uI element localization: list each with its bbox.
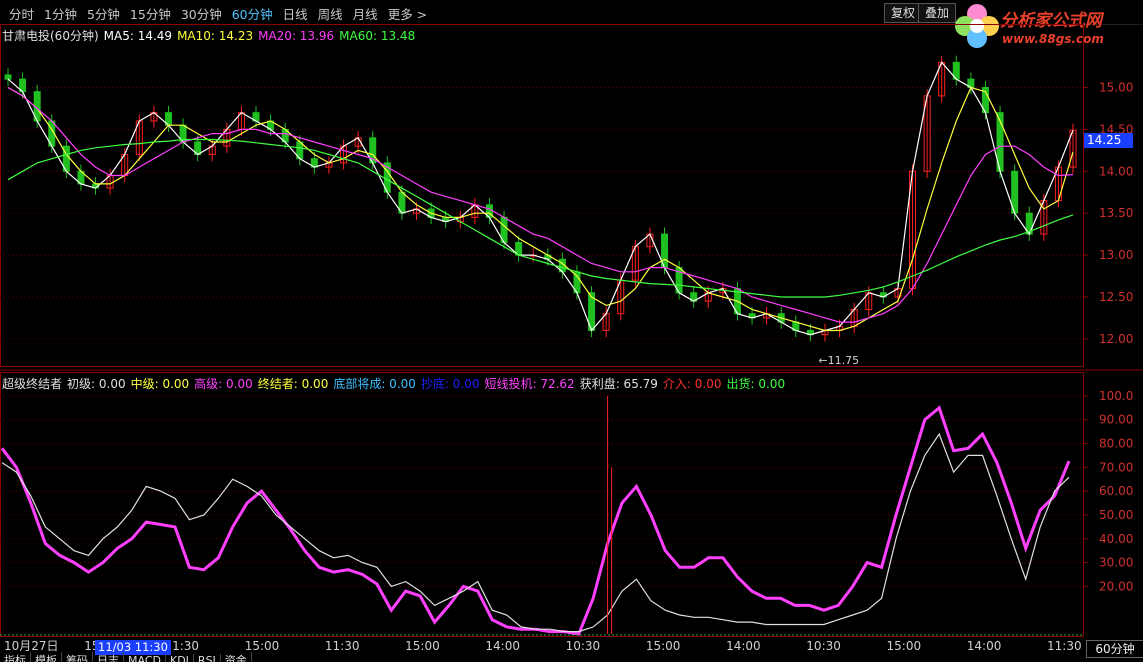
- indicator-tick-label: 40.00: [1099, 532, 1133, 546]
- x-axis-label: 10:30: [566, 639, 601, 652]
- chart-area[interactable]: 15.0014.5014.0013.5013.0012.5012.00←11.7…: [0, 24, 1143, 652]
- x-axis-label: 14:00: [485, 639, 520, 652]
- price-tick-label: 14.00: [1099, 164, 1133, 178]
- bottom-tab-1[interactable]: 模板: [31, 652, 62, 662]
- period-tab-6[interactable]: 日线: [278, 4, 313, 23]
- bottom-tabs: 指标 模板 筹码 日志 MACD KDJ RSI 资金: [0, 652, 1143, 662]
- period-tab-0[interactable]: 分时: [4, 4, 39, 23]
- current-price-tag: 14.25: [1084, 133, 1133, 148]
- price-tick-label: 13.00: [1099, 248, 1133, 262]
- indicator-tick-label: 30.00: [1099, 556, 1133, 570]
- ma-line-ma5: [7, 61, 1074, 336]
- x-axis-label: 11:30: [325, 639, 360, 652]
- bottom-tab-6[interactable]: RSI: [194, 654, 221, 662]
- fuquan-button[interactable]: 复权: [884, 3, 923, 23]
- x-axis-label: 15:00: [646, 639, 681, 652]
- x-axis-label: 10:30: [806, 639, 841, 652]
- low-price-annotation: ←11.75: [818, 354, 859, 367]
- period-tab-5[interactable]: 60分钟: [227, 4, 278, 23]
- x-axis-label: 14:00: [967, 639, 1002, 652]
- price-tick-label: 15.00: [1099, 81, 1133, 95]
- period-tab-4[interactable]: 30分钟: [176, 4, 227, 23]
- bottom-tab-3[interactable]: 日志: [93, 652, 124, 662]
- period-tab-1[interactable]: 1分钟: [39, 4, 82, 23]
- indicator-tick-label: 60.00: [1099, 484, 1133, 498]
- indicator-tick-label: 90.00: [1099, 413, 1133, 427]
- x-axis-label: 15:00: [405, 639, 440, 652]
- x-axis-label: 11:30: [1047, 639, 1082, 652]
- x-axis-label: 10月27日: [4, 639, 59, 652]
- indicator-tick-label: 50.00: [1099, 508, 1133, 522]
- indicator-tick-label: 70.00: [1099, 460, 1133, 474]
- indicator-line-0: [0, 405, 1071, 636]
- period-tab-7[interactable]: 周线: [313, 4, 348, 23]
- period-tab-8[interactable]: 月线: [348, 4, 383, 23]
- indicator-panel-frame: [0, 372, 1084, 637]
- period-tab-3[interactable]: 15分钟: [125, 4, 176, 23]
- price-tick-label: 13.50: [1099, 206, 1133, 220]
- x-axis-label: 14:00: [726, 639, 761, 652]
- bottom-tab-7[interactable]: 资金: [221, 652, 252, 662]
- price-tick-label: 12.50: [1099, 290, 1133, 304]
- candle-body: [4, 74, 12, 80]
- indicator-tick-label: 80.00: [1099, 437, 1133, 451]
- period-tab-9[interactable]: 更多 >: [383, 4, 432, 23]
- period-tabs: 分时 1分钟 5分钟 15分钟 30分钟 60分钟 日线 周线 月线 更多 >: [4, 4, 432, 23]
- period-tab-2[interactable]: 5分钟: [82, 4, 125, 23]
- bottom-tab-0[interactable]: 指标: [0, 652, 31, 662]
- x-axis-label: 15:00: [245, 639, 280, 652]
- price-tick-label: 12.00: [1099, 332, 1133, 346]
- indicator-tick-label: 100.0: [1099, 389, 1133, 403]
- price-panel-frame: [0, 24, 1084, 367]
- indicator-tick-label: 20.00: [1099, 579, 1133, 593]
- indicator-line-1: [1, 432, 1070, 633]
- bottom-tab-2[interactable]: 筹码: [62, 652, 93, 662]
- bottom-tab-5[interactable]: KDJ: [166, 654, 194, 662]
- ma-line-ma60: [7, 138, 1074, 298]
- x-axis-label: 15:00: [887, 639, 922, 652]
- bottom-tab-4[interactable]: MACD: [124, 654, 166, 662]
